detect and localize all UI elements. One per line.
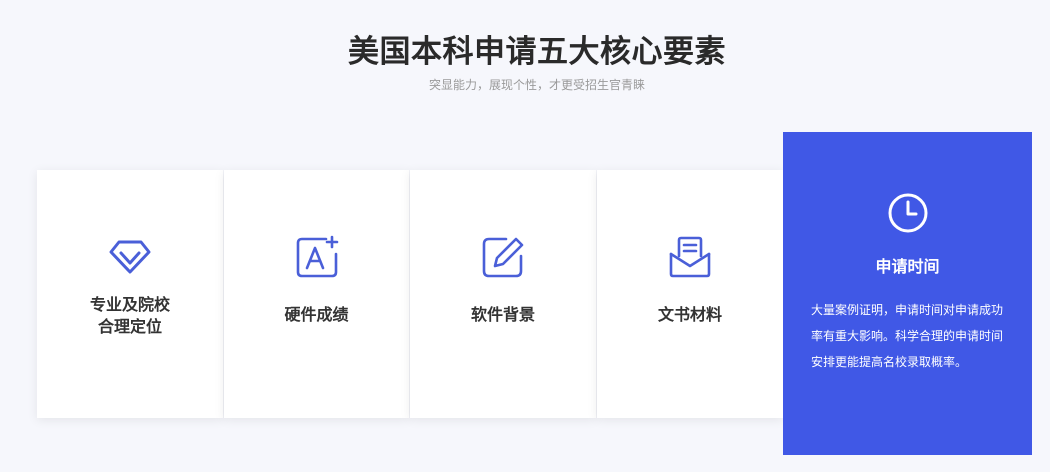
document-envelope-icon [667,234,713,280]
card-major-positioning[interactable]: 专业及院校 合理定位 [37,170,223,418]
diamond-icon [107,234,153,280]
card-hard-scores[interactable]: 硬件成绩 [224,170,409,418]
card-label: 申请时间 [875,257,940,276]
page-title: 美国本科申请五大核心要素 [348,34,726,70]
card-label: 文书材料 [657,305,722,324]
card-soft-background[interactable]: 软件背景 [410,170,596,418]
card-application-timing[interactable]: 申请时间 大量案例证明，申请时间对申请成功率有重大影响。科学合理的申请时间安排更… [783,132,1032,455]
clock-icon [886,191,930,235]
card-label: 软件背景 [470,305,535,324]
page-subtitle: 突显能力，展现个性，才更受招生官青睐 [428,78,645,92]
card-essay-materials[interactable]: 文书材料 [597,170,783,418]
card-description: 大量案例证明，申请时间对申请成功率有重大影响。科学合理的申请时间安排更能提高名校… [811,303,1004,369]
card-label: 硬件成绩 [284,305,349,324]
grade-a-plus-icon [294,234,340,280]
card-label: 专业及院校 合理定位 [89,295,170,336]
page: 美国本科申请五大核心要素 突显能力，展现个性，才更受招生官青睐 专业及院校 合理… [0,0,1050,472]
edit-pencil-icon [480,234,526,280]
